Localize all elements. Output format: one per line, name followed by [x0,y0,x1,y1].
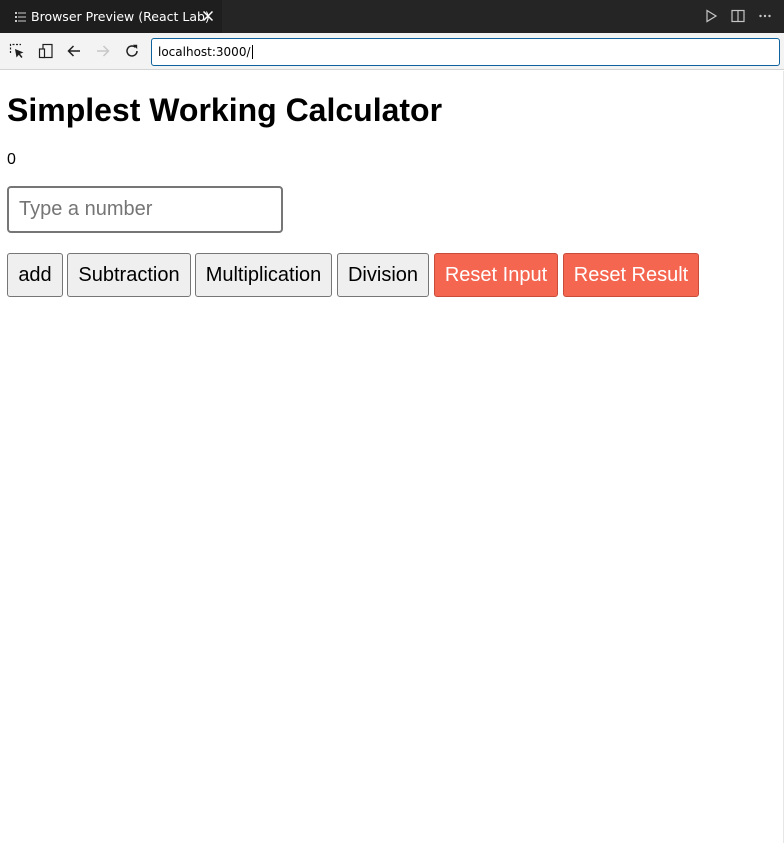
reset-result-button[interactable]: Reset Result [563,253,699,297]
run-icon[interactable] [702,7,720,25]
reset-input-button[interactable]: Reset Input [434,253,558,297]
tab-title: Browser Preview (React Lab) [31,9,210,24]
inspect-icon[interactable] [7,41,27,61]
url-input[interactable]: localhost:3000/ [151,38,780,66]
back-icon[interactable] [64,41,84,61]
page-viewport: Simplest Working Calculator 0 add Subtra… [0,71,784,843]
forward-icon[interactable] [93,41,113,61]
multiplication-button[interactable]: Multiplication [195,253,332,297]
text-caret [251,45,253,59]
url-text: localhost:3000/ [158,45,251,59]
preview-icon [15,11,26,22]
division-button[interactable]: Division [337,253,429,297]
number-input[interactable] [7,186,283,233]
reload-icon[interactable] [122,41,142,61]
split-editor-icon[interactable] [729,7,747,25]
close-icon[interactable] [200,8,216,24]
add-button[interactable]: add [7,253,63,297]
editor-tab-bar: Browser Preview (React Lab) [0,0,784,33]
editor-tab[interactable]: Browser Preview (React Lab) [0,0,222,33]
result-value: 0 [7,151,16,168]
page-title: Simplest Working Calculator [7,92,443,128]
browser-toolbar: localhost:3000/ [0,33,784,70]
device-icon[interactable] [36,41,56,61]
more-actions-icon[interactable] [756,7,774,25]
subtraction-button[interactable]: Subtraction [67,253,191,297]
